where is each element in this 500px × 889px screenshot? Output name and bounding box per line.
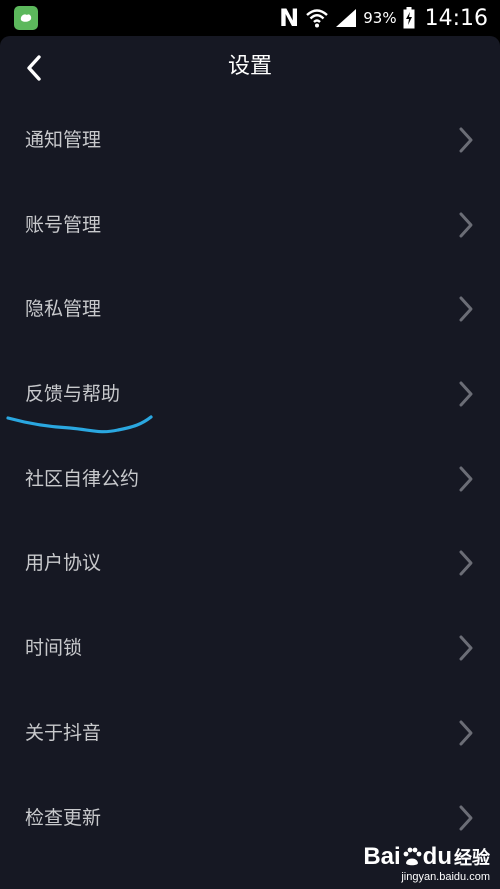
menu-item-community-guidelines[interactable]: 社区自律公约 [0, 437, 500, 522]
app-notification-icon [14, 6, 38, 30]
back-arrow-icon [27, 55, 41, 81]
menu-item-about[interactable]: 关于抖音 [0, 691, 500, 776]
settings-menu: 通知管理 账号管理 隐私管理 反馈与帮助 社区自律公约 用户协议 时间锁 关于抖… [0, 98, 500, 860]
status-bar: N 93% 14:16 [0, 0, 500, 36]
header: 设置 [0, 36, 500, 98]
menu-item-time-lock[interactable]: 时间锁 [0, 606, 500, 691]
menu-item-label: 社区自律公约 [25, 467, 140, 490]
chevron-right-icon [459, 720, 473, 746]
menu-item-privacy-management[interactable]: 隐私管理 [0, 267, 500, 352]
menu-item-user-agreement[interactable]: 用户协议 [0, 521, 500, 606]
status-time: 14:16 [424, 5, 488, 31]
menu-item-label: 隐私管理 [25, 298, 102, 321]
menu-item-label: 反馈与帮助 [25, 383, 121, 406]
menu-item-feedback-help[interactable]: 反馈与帮助 [0, 352, 500, 437]
battery-percent: 93% [363, 9, 397, 27]
menu-item-account-management[interactable]: 账号管理 [0, 183, 500, 268]
signal-icon [335, 8, 357, 28]
chevron-right-icon [459, 212, 473, 238]
menu-item-notification-management[interactable]: 通知管理 [0, 98, 500, 183]
settings-screen: 设置 通知管理 账号管理 隐私管理 反馈与帮助 社区自律公约 用户协议 时间锁 … [0, 36, 500, 889]
nfc-icon: N [279, 4, 300, 32]
wifi-icon [305, 7, 329, 29]
chevron-right-icon [459, 550, 473, 576]
chevron-right-icon [459, 805, 473, 830]
menu-item-check-update[interactable]: 检查更新 [0, 776, 500, 861]
chevron-right-icon [459, 381, 473, 407]
menu-item-label: 关于抖音 [25, 721, 102, 744]
chevron-right-icon [459, 296, 473, 322]
menu-item-label: 时间锁 [25, 637, 83, 660]
menu-item-label: 账号管理 [25, 213, 102, 236]
battery-charging-icon [403, 7, 415, 29]
page-title: 设置 [227, 54, 272, 79]
back-button[interactable] [14, 48, 54, 88]
menu-item-label: 检查更新 [25, 806, 102, 829]
chevron-right-icon [459, 127, 473, 153]
menu-item-label: 用户协议 [25, 552, 102, 575]
chevron-right-icon [459, 466, 473, 492]
chevron-right-icon [459, 635, 473, 661]
menu-item-label: 通知管理 [25, 129, 102, 151]
